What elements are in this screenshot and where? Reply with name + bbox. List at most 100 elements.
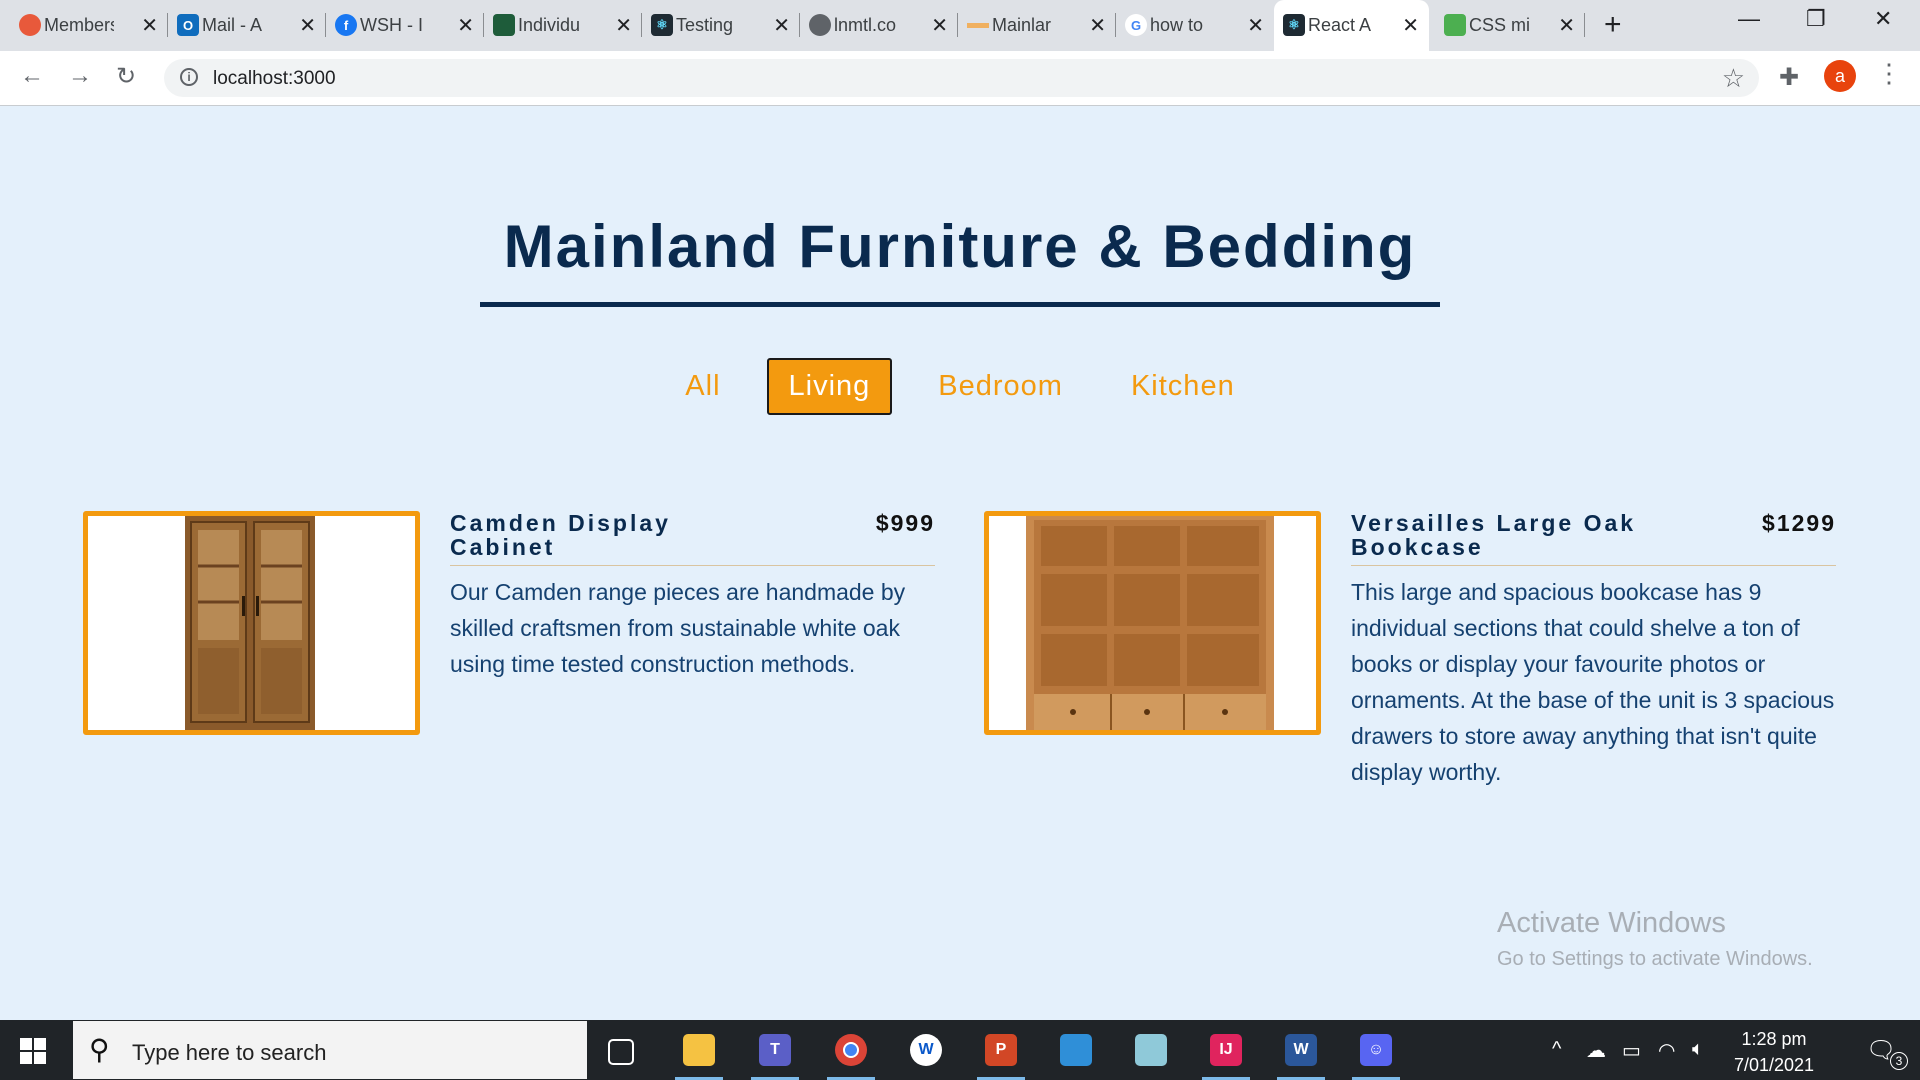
item-description: Our Camden range pieces are handmade by … (450, 579, 906, 677)
google-icon: G (1125, 14, 1147, 36)
app-w-icon[interactable]: W (910, 1034, 942, 1066)
info-icon[interactable]: i (180, 68, 198, 86)
chrome-icon[interactable] (827, 1034, 875, 1080)
file-explorer-icon[interactable] (675, 1034, 723, 1080)
globe-icon (809, 14, 831, 36)
item-price: $1299 (1762, 510, 1836, 536)
close-icon[interactable]: ✕ (1558, 13, 1575, 38)
taskbar-search-box[interactable]: ⚲ Type here to search (73, 1021, 587, 1079)
close-icon[interactable]: ✕ (1247, 13, 1264, 38)
notification-count-badge: 3 (1890, 1052, 1908, 1070)
item-header: Versailles Large Oak Bookcase $1299 (1351, 511, 1836, 566)
bookmark-star-icon[interactable]: ☆ (1722, 63, 1745, 94)
item-description: This large and spacious bookcase has 9 i… (1351, 579, 1835, 785)
item-details: Camden Display Cabinet $999 Our Camden r… (450, 511, 935, 682)
clock-time: 1:28 pm (1741, 1029, 1807, 1049)
close-icon[interactable]: ✕ (615, 13, 632, 38)
tab-divider (1584, 13, 1585, 37)
item-price: $999 (875, 510, 935, 536)
teams-icon[interactable]: T (751, 1034, 799, 1080)
search-icon: ⚲ (89, 1034, 110, 1065)
discord-icon[interactable]: ☺ (1352, 1034, 1400, 1080)
item-image (83, 511, 420, 735)
tab-title: how to (1150, 15, 1204, 35)
tab-title: Mainlar (992, 15, 1052, 35)
control-panel-icon[interactable] (1060, 1034, 1092, 1066)
react-icon: ⚛ (651, 14, 673, 36)
tab-title: React A (1308, 15, 1372, 35)
close-icon[interactable]: ✕ (299, 13, 316, 38)
browser-menu-icon[interactable]: ⋮ (1876, 58, 1902, 89)
window-close-icon[interactable]: ✕ (1874, 6, 1892, 32)
browser-tab[interactable]: ⚛ Testing ✕ (642, 0, 800, 51)
shield-crest-icon (493, 14, 515, 36)
tab-title: CSS mi (1469, 15, 1531, 35)
filter-bedroom-button[interactable]: Bedroom (916, 358, 1085, 415)
volume-icon[interactable]: 🔈︎ (1692, 1038, 1704, 1061)
browser-tab[interactable]: Members ✕ (10, 0, 168, 51)
browser-tab[interactable]: CSS mi ✕ (1435, 0, 1585, 51)
browser-tab[interactable]: Individu ✕ (484, 0, 642, 51)
close-icon[interactable]: ✕ (1402, 13, 1419, 38)
tab-title: Individu (518, 15, 581, 35)
close-icon[interactable]: ✕ (931, 13, 948, 38)
browser-tab[interactable]: Mainlar ✕ (958, 0, 1116, 51)
task-view-icon[interactable] (608, 1039, 634, 1065)
search-placeholder[interactable]: Type here to search (132, 1040, 326, 1066)
close-icon[interactable]: ✕ (457, 13, 474, 38)
watermark-subtitle: Go to Settings to activate Windows. (1497, 948, 1813, 970)
furniture-logo-icon (967, 14, 989, 36)
new-tab-icon[interactable]: + (1604, 8, 1622, 42)
profile-avatar[interactable]: a (1824, 60, 1856, 92)
category-filters: All Living Bedroom Kitchen (0, 358, 1920, 415)
tab-title: Members (44, 15, 114, 35)
close-icon[interactable]: ✕ (773, 13, 790, 38)
octopus-icon (19, 14, 41, 36)
word-icon[interactable]: W (1277, 1034, 1325, 1080)
windows-taskbar: ⚲ Type here to search T W P IJ W ☺ ^ ☁ ▭… (0, 1020, 1920, 1080)
browser-tab[interactable]: f WSH - I ✕ (326, 0, 484, 51)
extensions-puzzle-icon[interactable]: ✚ (1779, 63, 1799, 92)
notepad-icon[interactable] (1135, 1034, 1167, 1066)
facebook-icon: f (335, 14, 357, 36)
clock-date: 7/01/2021 (1733, 1055, 1815, 1075)
title-underline (480, 302, 1440, 307)
watermark-title: Activate Windows (1497, 907, 1726, 939)
filter-all-button[interactable]: All (663, 358, 742, 415)
minimize-icon[interactable]: — (1738, 6, 1760, 32)
activate-windows-watermark: Activate Windows Go to Settings to activ… (1497, 907, 1813, 971)
react-icon: ⚛ (1283, 14, 1305, 36)
powerpoint-icon[interactable]: P (977, 1034, 1025, 1080)
windows-start-icon[interactable] (20, 1038, 46, 1064)
taskbar-clock[interactable]: 1:28 pm 7/01/2021 (1724, 1026, 1824, 1078)
tab-title: WSH - I (360, 15, 423, 35)
browser-tab-active[interactable]: ⚛ React A ✕ (1274, 0, 1429, 51)
restore-icon[interactable]: ❐ (1806, 6, 1826, 32)
show-hidden-icons-chevron-icon[interactable]: ^ (1552, 1038, 1561, 1061)
browser-tab[interactable]: O Mail - A ✕ (168, 0, 326, 51)
browser-toolbar: ← → ↻ i localhost:3000 ☆ (0, 51, 1920, 106)
item-name: Camden Display Cabinet (450, 510, 671, 560)
page-title: Mainland Furniture & Bedding (503, 213, 1417, 280)
browser-tab[interactable]: G how to ✕ (1116, 0, 1274, 51)
close-icon[interactable]: ✕ (1089, 13, 1106, 38)
intellij-icon[interactable]: IJ (1202, 1034, 1250, 1080)
reload-icon[interactable]: ↻ (116, 62, 136, 91)
back-icon[interactable]: ← (20, 62, 44, 90)
browser-tab[interactable]: lnmtl.co ✕ (800, 0, 958, 51)
battery-icon[interactable]: ▭ (1622, 1038, 1641, 1063)
item-name: Versailles Large Oak Bookcase (1351, 510, 1637, 560)
url-text[interactable]: localhost:3000 (213, 68, 336, 90)
close-icon[interactable]: ✕ (141, 13, 158, 38)
tab-title: Testing (676, 15, 734, 35)
display-cabinet-image (185, 516, 315, 730)
wifi-icon[interactable]: ◠ (1658, 1038, 1675, 1063)
item-image (984, 511, 1321, 735)
address-bar[interactable]: i localhost:3000 ☆ (164, 59, 1759, 97)
onedrive-cloud-icon[interactable]: ☁ (1586, 1038, 1606, 1063)
filter-kitchen-button[interactable]: Kitchen (1109, 358, 1257, 415)
css-minifier-icon (1444, 14, 1466, 36)
item-details: Versailles Large Oak Bookcase $1299 This… (1351, 511, 1836, 790)
forward-icon[interactable]: → (68, 62, 92, 90)
filter-living-button[interactable]: Living (766, 358, 893, 415)
